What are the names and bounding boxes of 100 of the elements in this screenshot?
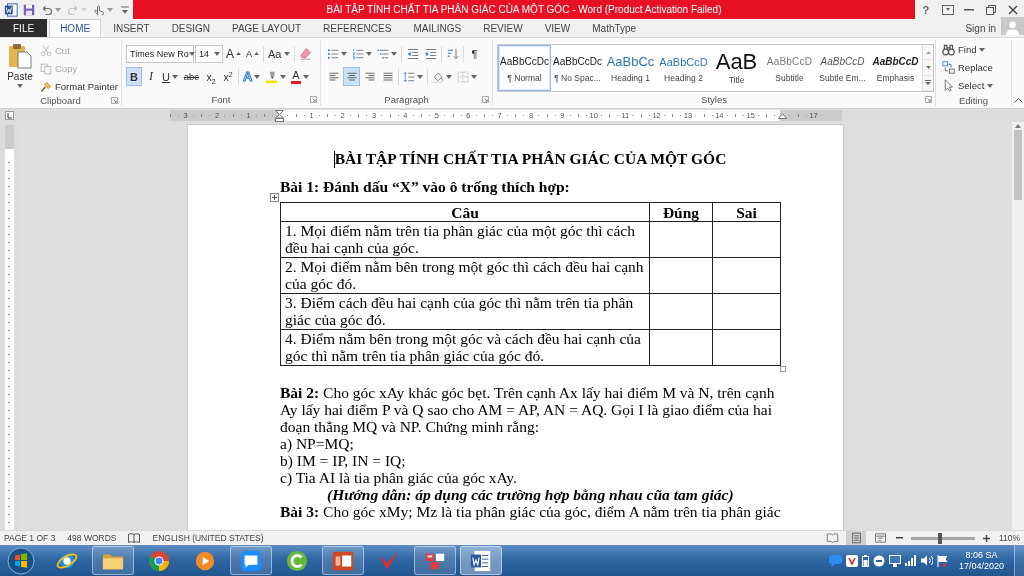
clock-date[interactable]: 17/04/2020 xyxy=(958,560,1004,572)
table-move-handle-icon[interactable] xyxy=(270,193,279,202)
caret-up-icon xyxy=(1015,124,1021,128)
style-option[interactable]: AaBbCcDc ¶ Normal xyxy=(498,45,551,91)
group-label: Editing xyxy=(958,94,989,106)
underline-button[interactable]: U xyxy=(160,67,180,86)
font-name-field[interactable]: Times New Ro xyxy=(126,44,194,63)
sign-in-link[interactable]: Sign in xyxy=(960,19,1001,37)
caret-icon xyxy=(17,84,23,88)
collapse-ribbon-icon[interactable] xyxy=(1013,98,1023,103)
ribbon-tab[interactable]: MathType xyxy=(582,19,647,37)
ribbon-tab[interactable]: INSERT xyxy=(103,19,160,37)
taskbar-button[interactable] xyxy=(92,546,134,575)
font-size-field[interactable]: 14 xyxy=(195,44,223,63)
signal-bars-icon xyxy=(904,555,917,566)
answer-cell xyxy=(649,257,713,294)
more-icon xyxy=(925,80,931,86)
document-title: BÀI TẬP TÍNH CHẤT TIA PHÂN GIÁC CỦA MỘT GÓC xyxy=(334,149,727,169)
font-color-button[interactable]: A xyxy=(289,67,311,86)
taskbar-button[interactable] xyxy=(414,546,456,575)
table-resize-handle-icon[interactable] xyxy=(780,366,786,372)
superscript-button[interactable]: x$^{2}$ xyxy=(219,67,236,86)
chat-bubble-icon xyxy=(240,549,262,572)
change-case-button[interactable]: Aa xyxy=(266,44,292,63)
ribbon-tab[interactable]: FILE xyxy=(0,19,48,37)
paste-button[interactable]: Paste xyxy=(4,41,36,95)
word-count[interactable]: 498 WORDS xyxy=(67,533,117,543)
table-cell: 4. Điểm nằm bên trong một góc và cách đều hai cạnh của góc thì nằm trên tia phân giác của góc đó. xyxy=(280,329,650,366)
ribbon-tab[interactable]: DESIGN xyxy=(161,19,220,37)
caret-icon xyxy=(283,51,290,56)
caret-up-icon xyxy=(925,50,931,54)
caret-icon xyxy=(81,7,87,12)
gallery-more-button[interactable] xyxy=(923,75,933,91)
gallery-down-button[interactable] xyxy=(923,60,933,76)
italic-button[interactable]: I xyxy=(143,67,159,86)
numbered-list-icon xyxy=(352,47,364,60)
indent-marker-icon[interactable] xyxy=(275,109,285,122)
gallery-up-button[interactable] xyxy=(923,45,933,61)
format-painter-button[interactable]: Format Painter xyxy=(38,78,120,95)
dialog-launcher-icon[interactable] xyxy=(111,97,118,104)
strike-button[interactable]: abc xyxy=(180,67,202,86)
tray-button[interactable] xyxy=(845,554,858,567)
style-option[interactable]: AaBbCcD Heading 2 xyxy=(657,45,710,91)
answer-cell xyxy=(649,293,713,330)
tab-stop-icon[interactable] xyxy=(4,111,14,120)
ribbon-tab[interactable]: REFERENCES xyxy=(313,19,402,37)
style-option[interactable]: AaBbCcD Subtitle xyxy=(763,45,816,91)
style-option[interactable]: AaB Title xyxy=(710,45,763,91)
show-desktop-button[interactable] xyxy=(1014,545,1024,576)
align-left-icon xyxy=(327,70,340,83)
clock-time[interactable]: 8:06 SA xyxy=(965,549,998,561)
select-button[interactable]: Select xyxy=(940,77,1007,94)
dialog-launcher-icon[interactable] xyxy=(925,95,932,103)
taskbar-button[interactable] xyxy=(460,546,502,575)
style-preview: AaBbCc xyxy=(606,53,655,70)
caret-icon xyxy=(55,7,61,12)
scrollbar[interactable] xyxy=(1012,122,1024,530)
style-preview: AaBbCcD xyxy=(766,54,813,69)
find-button[interactable]: Find xyxy=(940,41,1007,58)
taskbar-button[interactable] xyxy=(322,546,364,575)
replace-button[interactable]: Replace xyxy=(940,59,1007,76)
tray-button[interactable] xyxy=(872,554,885,567)
proofing-book-icon[interactable] xyxy=(128,532,141,544)
ribbon-tab[interactable]: HOME xyxy=(49,19,102,37)
tray-button[interactable] xyxy=(861,554,869,567)
style-option[interactable]: AaBbCcD Emphasis xyxy=(869,45,922,91)
ribbon-tab[interactable]: PAGE LAYOUT xyxy=(221,19,312,37)
help-button[interactable]: ? xyxy=(916,1,936,18)
dialog-launcher-icon[interactable] xyxy=(482,95,489,103)
dialog-launcher-icon[interactable] xyxy=(310,95,317,103)
style-option[interactable]: AaBbCc Heading 1 xyxy=(604,45,657,91)
align-center-button[interactable] xyxy=(343,67,360,86)
style-option[interactable]: AaBbCcDc ¶ No Spac... xyxy=(551,45,604,91)
tray-button[interactable] xyxy=(936,554,949,567)
tray-button[interactable] xyxy=(904,555,917,566)
language-indicator[interactable]: ENGLISH (UNITED STATES) xyxy=(152,533,264,543)
zoom-level[interactable]: 110% xyxy=(996,533,1020,543)
window-title: BÀI TẬP TÍNH CHẤT TIA PHÂN GIÁC CỦA MỘT GÓC - Word (Product Activation Failed) xyxy=(326,4,722,15)
taskbar-button[interactable] xyxy=(230,546,272,575)
caret-icon xyxy=(341,51,347,56)
ribbon-tab[interactable]: MAILINGS xyxy=(403,19,472,37)
subscript-button[interactable]: x$_{2}$ xyxy=(202,67,219,86)
tray-button[interactable] xyxy=(888,554,901,567)
view-button[interactable] xyxy=(846,531,866,545)
show-marks-button[interactable]: ¶ xyxy=(466,44,483,63)
style-name: Heading 1 xyxy=(611,72,650,83)
caret-icon xyxy=(471,74,477,79)
play-icon xyxy=(194,549,216,572)
ribbon-tab[interactable]: VIEW xyxy=(534,19,581,37)
bold-button[interactable]: B xyxy=(126,67,142,86)
tray-button[interactable] xyxy=(920,555,933,566)
ribbon-tab[interactable]: REVIEW xyxy=(473,19,533,37)
group-label: Clipboard xyxy=(40,95,81,106)
indent-marker-icon[interactable] xyxy=(777,112,787,119)
shrink-font-button[interactable]: A xyxy=(244,44,262,63)
scroll-thumb[interactable] xyxy=(1014,130,1022,200)
page-count[interactable]: PAGE 1 OF 3 xyxy=(4,533,56,543)
grow-font-button[interactable]: A xyxy=(224,44,243,63)
style-option[interactable]: AaBbCcD Subtle Em... xyxy=(816,45,869,91)
slider-thumb[interactable] xyxy=(937,532,942,544)
